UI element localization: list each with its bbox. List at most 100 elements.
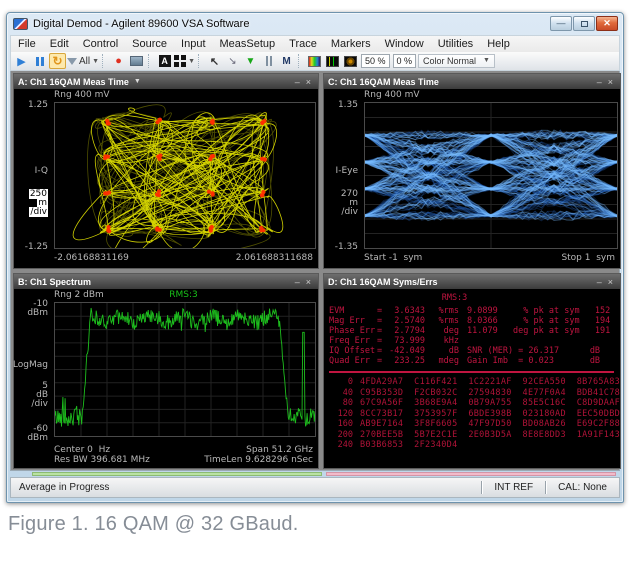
range-label[interactable]: Rng 400 mV bbox=[364, 90, 420, 100]
layout-dropdown[interactable]: ▼ bbox=[174, 53, 195, 69]
eye-plot[interactable] bbox=[364, 102, 618, 249]
filter-label: All bbox=[79, 56, 90, 67]
cumulative-display-button[interactable] bbox=[342, 53, 359, 69]
panel-c-title: C: Ch1 16QAM Meas Time bbox=[328, 77, 439, 87]
y-axis-label: LogMag bbox=[13, 360, 48, 370]
y-scale-field[interactable]: 270 m /div bbox=[341, 190, 358, 217]
eye-svg bbox=[365, 103, 617, 248]
color-mode-value: Color Normal bbox=[423, 55, 476, 67]
reference-status: INT REF bbox=[482, 482, 545, 493]
play-button[interactable]: ▶ bbox=[13, 53, 30, 69]
peak-triangle-icon: ▼ bbox=[246, 56, 256, 67]
measurement-filter-dropdown[interactable]: All ▼ bbox=[67, 53, 99, 69]
y-scale-field[interactable]: 5 dB /div bbox=[31, 382, 48, 409]
panel-c-close-icon[interactable]: × bbox=[605, 77, 616, 87]
average-percent-field[interactable]: 50 % bbox=[361, 54, 390, 68]
app-icon bbox=[13, 18, 28, 30]
band-markers-button[interactable] bbox=[260, 53, 277, 69]
time-length-label: TimeLen 9.628296 nSec bbox=[204, 455, 313, 465]
x-axis-stop-label: Stop 1 sym bbox=[561, 253, 615, 263]
pause-button[interactable] bbox=[31, 53, 48, 69]
workspace: A: Ch1 16QAM Meas Time ▼ – × Rng 400 mV … bbox=[10, 71, 620, 471]
panel-d-title: D: Ch1 16QAM Syms/Errs bbox=[328, 277, 438, 287]
constellation-plot[interactable] bbox=[54, 102, 316, 249]
symbol-row: 240B03B6853 2F2340D4 bbox=[329, 440, 620, 451]
panel-a-header[interactable]: A: Ch1 16QAM Meas Time ▼ – × bbox=[14, 74, 318, 89]
maximize-icon bbox=[581, 21, 588, 27]
panel-b-minimize-icon[interactable]: – bbox=[292, 277, 303, 287]
panel-a-title: A: Ch1 16QAM Meas Time bbox=[18, 77, 129, 87]
y-axis-bottom-value: -1.35 bbox=[335, 242, 358, 252]
spectrum-plot[interactable] bbox=[54, 302, 316, 437]
pink-trace-strip bbox=[326, 472, 616, 476]
title-bar[interactable]: Digital Demod - Agilent 89600 VSA Softwa… bbox=[10, 13, 620, 35]
panel-d-header[interactable]: D: Ch1 16QAM Syms/Errs – × bbox=[324, 274, 620, 289]
error-row: IQ Offset=-42.049dBSNR (MER) = 26.317 dB bbox=[329, 346, 620, 356]
symbol-row: 40C95B353D F2CB032C 27594830 4E77F0A4 BD… bbox=[329, 388, 620, 399]
spectrogram-button[interactable] bbox=[306, 53, 323, 69]
symbol-row: 160AB9E7164 3F8F6605 47F97D50 BD08AB26 E… bbox=[329, 419, 620, 430]
maximize-button[interactable] bbox=[573, 16, 595, 31]
panel-c-header[interactable]: C: Ch1 16QAM Meas Time – × bbox=[324, 74, 620, 89]
recall-button[interactable] bbox=[128, 53, 145, 69]
panel-d-minimize-icon[interactable]: – bbox=[594, 277, 605, 287]
menu-item[interactable]: MeasSetup bbox=[213, 36, 283, 53]
constellation-svg bbox=[55, 103, 315, 248]
rms-detector-label: RMS:3 bbox=[54, 290, 313, 300]
chevron-down-icon: ▼ bbox=[188, 58, 195, 65]
color-mode-dropdown[interactable]: Color Normal ▼ bbox=[418, 54, 495, 68]
panel-a-minimize-icon[interactable]: – bbox=[292, 77, 303, 87]
minimize-button[interactable]: — bbox=[550, 16, 572, 31]
menu-item[interactable]: File bbox=[11, 36, 43, 53]
figure-caption: Figure 1. 16 QAM @ 32 GBaud. bbox=[8, 513, 298, 536]
menu-item[interactable]: Utilities bbox=[431, 36, 480, 53]
peak-search-button[interactable]: ▼ bbox=[242, 53, 259, 69]
error-row: Phase Err=2.7794deg11.079 deg pk at sym … bbox=[329, 326, 620, 336]
panel-b-title: B: Ch1 Spectrum bbox=[18, 277, 91, 287]
band-markers-icon bbox=[266, 56, 272, 66]
center-frequency-label[interactable]: Center 0 Hz bbox=[54, 445, 110, 455]
menu-item[interactable]: Input bbox=[174, 36, 212, 53]
menu-item[interactable]: Help bbox=[480, 36, 517, 53]
window-layout-icon bbox=[174, 55, 186, 67]
rms-detector-label: RMS:3 bbox=[329, 291, 620, 306]
trace-display-button[interactable] bbox=[324, 53, 341, 69]
symbol-row: 1208CC73B17 3753957F 6BDE398B 023180AD E… bbox=[329, 409, 620, 420]
panel-b-spectrum: B: Ch1 Spectrum – × Rng 2 dBm RMS:3 -10d… bbox=[13, 273, 319, 469]
marker-button[interactable]: M bbox=[278, 53, 295, 69]
range-label[interactable]: Rng 400 mV bbox=[54, 90, 110, 100]
overlap-percent-field[interactable]: 0 % bbox=[393, 54, 417, 68]
chevron-down-icon: ▼ bbox=[92, 58, 99, 65]
y-scale-field[interactable]: 250 m /div bbox=[29, 190, 48, 217]
close-button[interactable]: ✕ bbox=[596, 16, 618, 31]
symbol-row: 200270BEE5B 5B7E2C1E 2E0B3D5A 8E8E8DD3 1… bbox=[329, 430, 620, 441]
menu-item[interactable]: Markers bbox=[324, 36, 378, 53]
panel-a-close-icon[interactable]: × bbox=[303, 77, 314, 87]
filter-icon bbox=[67, 58, 77, 65]
move-marker-button[interactable]: ↘ bbox=[224, 53, 241, 69]
panel-b-close-icon[interactable]: × bbox=[303, 277, 314, 287]
menu-item[interactable]: Edit bbox=[43, 36, 76, 53]
panel-c-minimize-icon[interactable]: – bbox=[594, 77, 605, 87]
toolbar-separator bbox=[198, 54, 203, 68]
select-tool-button[interactable]: ↖ bbox=[206, 53, 223, 69]
spectrum-svg bbox=[55, 303, 315, 436]
menu-item[interactable]: Trace bbox=[282, 36, 324, 53]
panel-d-syms-errs: D: Ch1 16QAM Syms/Errs – × RMS:3 EVM=3.6… bbox=[323, 273, 621, 469]
panel-b-header[interactable]: B: Ch1 Spectrum – × bbox=[14, 274, 318, 289]
auto-scale-button[interactable]: A bbox=[156, 53, 173, 69]
y-axis-top-value: -10dBm bbox=[27, 300, 48, 318]
res-bw-label: Res BW 396.681 MHz bbox=[54, 455, 150, 465]
menu-item[interactable]: Source bbox=[125, 36, 174, 53]
symbol-row: 8067C9A56F 3B68E9A4 0B79A755 85E5C16C C8… bbox=[329, 398, 620, 409]
record-button[interactable]: ● bbox=[110, 53, 127, 69]
green-trace-strip bbox=[32, 472, 322, 476]
panel-d-close-icon[interactable]: × bbox=[605, 277, 616, 287]
menu-item[interactable]: Control bbox=[76, 36, 125, 53]
play-icon: ▶ bbox=[17, 55, 25, 68]
restart-button[interactable]: ↻ bbox=[49, 53, 66, 69]
toolbar-separator bbox=[148, 54, 153, 68]
span-label[interactable]: Span 51.2 GHz bbox=[246, 445, 313, 455]
menu-item[interactable]: Window bbox=[378, 36, 431, 53]
panel-a-dropdown-icon[interactable]: ▼ bbox=[134, 78, 141, 85]
